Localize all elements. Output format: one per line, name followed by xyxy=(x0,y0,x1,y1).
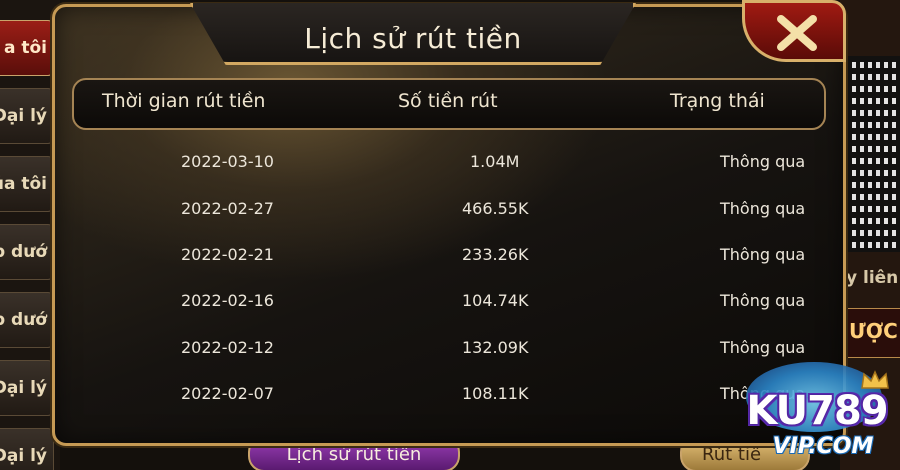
row-date: 2022-02-21 xyxy=(181,245,274,264)
row-status: Thông qua xyxy=(720,152,806,171)
withdraw-history-label: Lịch sử rút tiền xyxy=(286,444,422,465)
side-tab-subordinate[interactable]: ấp dướ xyxy=(0,224,54,280)
row-amount: 132.09K xyxy=(462,338,529,357)
close-x-icon xyxy=(777,15,817,51)
side-tab-label: Đại lý xyxy=(0,106,47,126)
column-header-time: Thời gian rút tiền xyxy=(102,90,266,112)
side-tab-label: ủa tôi xyxy=(0,174,47,194)
side-tab-agent[interactable]: Đại lý xyxy=(0,88,54,144)
row-status: Thông qua xyxy=(720,199,806,218)
row-amount: 1.04M xyxy=(470,152,520,171)
row-amount: 233.26K xyxy=(462,245,529,264)
dialog-title: Lịch sử rút tiền xyxy=(304,22,522,55)
row-date: 2022-02-27 xyxy=(181,199,274,218)
qr-code-image xyxy=(848,56,900,252)
row-date: 2022-02-07 xyxy=(181,384,274,403)
background-button-label: ƯỢC xyxy=(849,319,898,343)
ku789-logo: KU789 VIP.COM xyxy=(728,356,900,470)
row-status: Thông qua xyxy=(720,291,806,310)
side-tab-mine[interactable]: ủa tôi xyxy=(0,156,54,212)
column-header-status: Trạng thái xyxy=(670,90,765,112)
contact-label: y liên l xyxy=(846,268,900,288)
row-amount: 466.55K xyxy=(462,199,529,218)
row-status: Thông qua xyxy=(720,338,806,357)
logo-brand: KU789 xyxy=(746,388,888,434)
row-status: Thông qua xyxy=(720,245,806,264)
row-amount: 104.74K xyxy=(462,291,529,310)
side-tab-my[interactable]: a tôi xyxy=(0,20,54,76)
side-tab-label: a tôi xyxy=(3,38,47,58)
logo-domain: VIP.COM xyxy=(772,434,874,459)
crown-icon xyxy=(861,370,889,389)
row-date: 2022-03-10 xyxy=(181,152,274,171)
side-tab-agent-2[interactable]: Đại lý xyxy=(0,360,54,416)
side-tab-label: p dướ xyxy=(0,310,47,330)
row-date: 2022-02-16 xyxy=(181,291,274,310)
withdraw-history-dialog xyxy=(52,4,846,446)
column-header-amount: Số tiền rút xyxy=(398,90,498,112)
side-tab-label: Đại lý xyxy=(0,378,47,398)
row-date: 2022-02-12 xyxy=(181,338,274,357)
background-button-right[interactable]: ƯỢC xyxy=(840,308,900,358)
side-tab-agent-3[interactable]: Đại lý xyxy=(0,428,54,470)
side-tab-subordinate-2[interactable]: p dướ xyxy=(0,292,54,348)
side-tab-label: ấp dướ xyxy=(0,242,47,262)
row-amount: 108.11K xyxy=(462,384,529,403)
side-tab-label: Đại lý xyxy=(0,446,47,466)
